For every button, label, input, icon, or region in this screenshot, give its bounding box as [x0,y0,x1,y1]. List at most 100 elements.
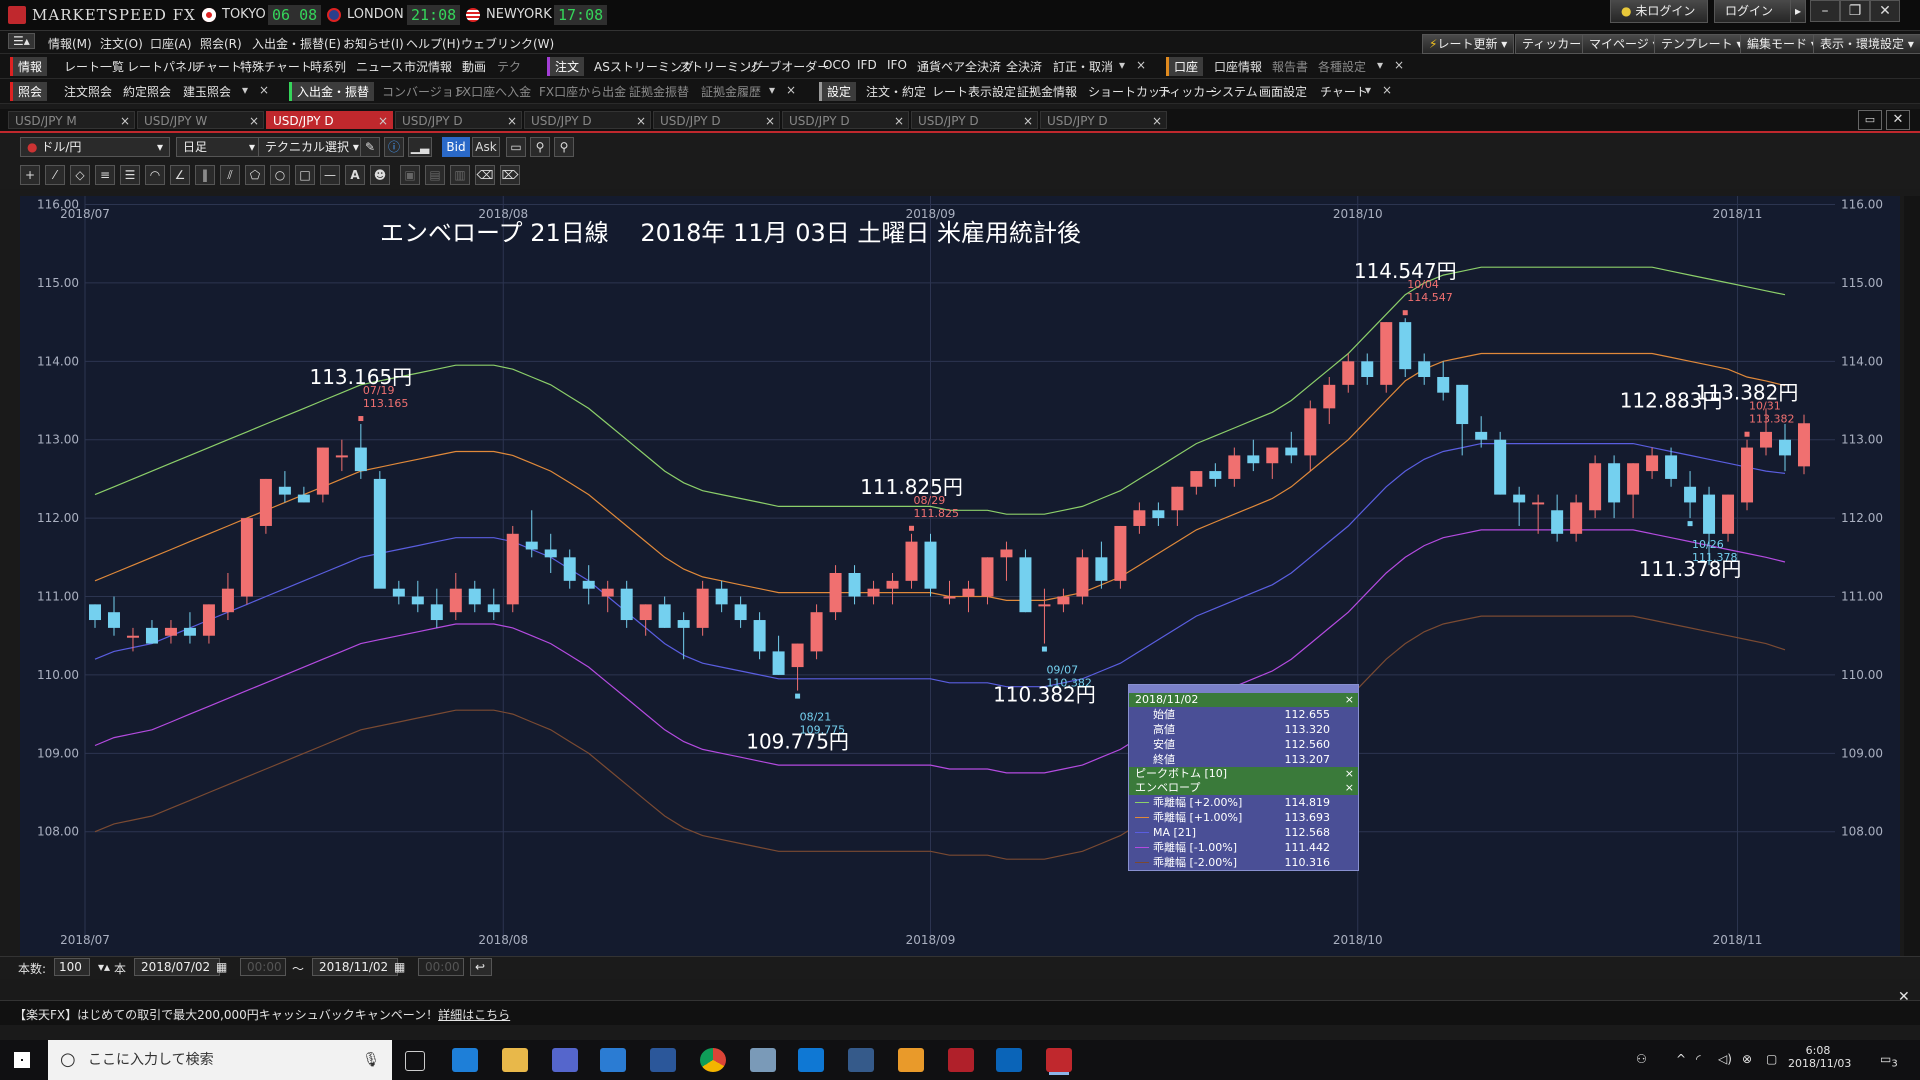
network-icon[interactable]: ◜ [1696,1052,1701,1066]
menu-weblink[interactable]: ウェブリンク(W) [461,35,554,52]
metatrader-icon[interactable] [848,1048,874,1072]
fn-oco[interactable]: OCO [823,58,850,72]
task-view-icon[interactable] [405,1051,425,1071]
currency-pair-select[interactable]: ● ドル/円 ▾ [20,137,170,157]
menu-toggle-icon[interactable]: ☰▴ [8,33,35,49]
eraser-icon[interactable]: ◇ [70,165,90,185]
fn-rate-panel[interactable]: レートパネル [127,58,199,75]
data-window-close-icon[interactable]: × [1345,693,1354,707]
tab-close-icon[interactable]: × [1152,112,1162,130]
fn-conversion[interactable]: コンバージョン [382,83,466,100]
volume-icon[interactable]: ◁) [1718,1052,1732,1066]
marketspeed-icon[interactable] [948,1048,974,1072]
fn-fx-deposit[interactable]: FX口座へ入金 [456,83,531,100]
crosshair-icon[interactable]: + [20,165,40,185]
row2b-dropdown-icon[interactable]: ▾ [1377,58,1383,72]
fn-rate-display[interactable]: レート表示設定 [932,83,1016,100]
polygon-icon[interactable]: ⬠ [245,165,265,185]
fn-ifd[interactable]: IFD [857,58,877,72]
file-explorer-icon[interactable] [502,1048,528,1072]
ad-close-icon[interactable]: ✕ [1898,989,1910,1005]
price-chart[interactable]: 116.00 116.00 115.00 115.00 114.00 114.00 113.… [20,196,1900,956]
period-select[interactable]: 日足 ▾ [176,137,262,157]
fn-rate-list[interactable]: レート一覧 [64,58,124,75]
chart-tab[interactable]: USD/JPY D × [524,111,651,129]
marketspeed-fx-icon[interactable] [1046,1048,1072,1072]
row3c-dropdown-icon[interactable]: ▾ [1365,83,1371,97]
peak-bottom-close-icon[interactable]: × [1345,767,1354,781]
tab-close-icon[interactable]: × [249,112,259,130]
taskbar-clock[interactable]: 6:08 2018/11/03 [1788,1044,1851,1070]
row3b-close-icon[interactable]: × [786,83,796,97]
row2-dropdown-icon[interactable]: ▾ [1119,58,1125,72]
close-chart-icon[interactable]: ✕ [1886,110,1910,130]
close-window-icon[interactable]: ✕ [1870,0,1900,22]
fn-modify-cancel[interactable]: 訂正・取消 [1053,58,1113,75]
chart-tab[interactable]: USD/JPY D × [266,111,393,129]
row3b-dropdown-icon[interactable]: ▾ [769,83,775,97]
chart-tab[interactable]: USD/JPY D × [1040,111,1167,129]
fn-leave-order[interactable]: リーブオーダー [746,58,829,75]
chart-tab[interactable]: USD/JPY D × [653,111,780,129]
pitchfork-icon[interactable]: ⫽ [220,165,240,185]
fn-timeseries[interactable]: 時系列 [310,58,346,75]
chart-tab[interactable]: USD/JPY D × [911,111,1038,129]
fn-margin-info[interactable]: 証拠金情報 [1017,83,1077,100]
fn-exec-inquiry[interactable]: 約定照会 [123,83,171,100]
fn-order-exec-settings[interactable]: 注文・約定 [866,83,926,100]
fn-margin-history[interactable]: 証拠金履歴 [701,83,761,100]
from-date-field[interactable]: 2018/07/02 [134,958,220,976]
menu-order[interactable]: 注文(O) [100,35,143,52]
vertical-lines-icon[interactable]: ‖ [195,165,215,185]
erase-one-icon[interactable]: ⌫ [475,165,495,185]
word-icon[interactable] [650,1048,676,1072]
ie-icon[interactable] [452,1048,478,1072]
bar-count-select[interactable]: 100 [54,958,90,976]
maximize-chart-icon[interactable]: ▭ [1858,110,1882,130]
fib-arc-icon[interactable]: ◠ [145,165,165,185]
data-window-grip[interactable] [1129,685,1358,693]
tab-close-icon[interactable]: × [894,112,904,130]
envelope-close-icon[interactable]: × [1345,781,1354,795]
fn-settings[interactable]: 各種設定 [1318,58,1366,75]
fn-news[interactable]: ニュース [356,58,403,75]
bar-stepper-icon[interactable]: ▾▴ [98,960,110,974]
fn-market[interactable]: 市況情報 [404,58,452,75]
fn-account-info[interactable]: 口座情報 [1214,58,1262,75]
fn-special-chart[interactable]: 特殊チャート [240,58,312,75]
refresh-range-icon[interactable]: ↩ [470,958,492,976]
rate-update-button[interactable]: ⚡レート更新 ▾ [1422,34,1515,54]
calculator-icon[interactable] [552,1048,578,1072]
menu-account[interactable]: 口座(A) [150,35,192,52]
icon-stamp-icon[interactable]: ☻ [370,165,390,185]
row2b-close-icon[interactable]: × [1394,58,1404,72]
notification-icon[interactable]: ▭3 [1880,1052,1898,1069]
from-calendar-icon[interactable]: ▦ [216,960,227,974]
paste-icon[interactable]: ▤ [425,165,445,185]
tab-close-icon[interactable]: × [1023,112,1033,130]
info-icon[interactable]: ⓘ [384,137,404,157]
fn-ifo[interactable]: IFO [887,58,907,72]
menu-help[interactable]: ヘルプ(H) [406,35,460,52]
rectangle-icon[interactable]: □ [295,165,315,185]
menu-inquiry[interactable]: 照会(R) [200,35,242,52]
fn-margin-transfer[interactable]: 証拠金振替 [629,83,689,100]
chart-type-icon[interactable]: ▁▃ [408,137,432,157]
to-calendar-icon[interactable]: ▦ [394,960,405,974]
template-button[interactable]: テンプレート ▾ [1654,34,1750,54]
chart-tab[interactable]: USD/JPY D × [782,111,909,129]
ellipse-icon[interactable]: ○ [270,165,290,185]
fn-fx-withdraw[interactable]: FX口座から出金 [539,83,626,100]
technical-select[interactable]: テクニカル選択 ▾ [258,137,362,157]
chart-tab[interactable]: USD/JPY M × [8,111,135,129]
fn-ticker[interactable]: ティッカー [1158,83,1217,100]
edit-mode-button[interactable]: 編集モード ▾ [1740,34,1824,54]
fibonacci-icon[interactable]: ☰ [120,165,140,185]
layers-icon[interactable]: ▥ [450,165,470,185]
login-button[interactable]: ログイン [1714,0,1792,23]
tab-close-icon[interactable]: × [765,112,775,130]
row2-close-icon[interactable]: × [1136,58,1146,72]
fn-tech[interactable]: テク [497,58,521,75]
people-icon[interactable]: ⚇ [1636,1052,1647,1066]
taskbar-search-input[interactable]: ○ ここに入力して検索 🎙 [48,1040,392,1080]
